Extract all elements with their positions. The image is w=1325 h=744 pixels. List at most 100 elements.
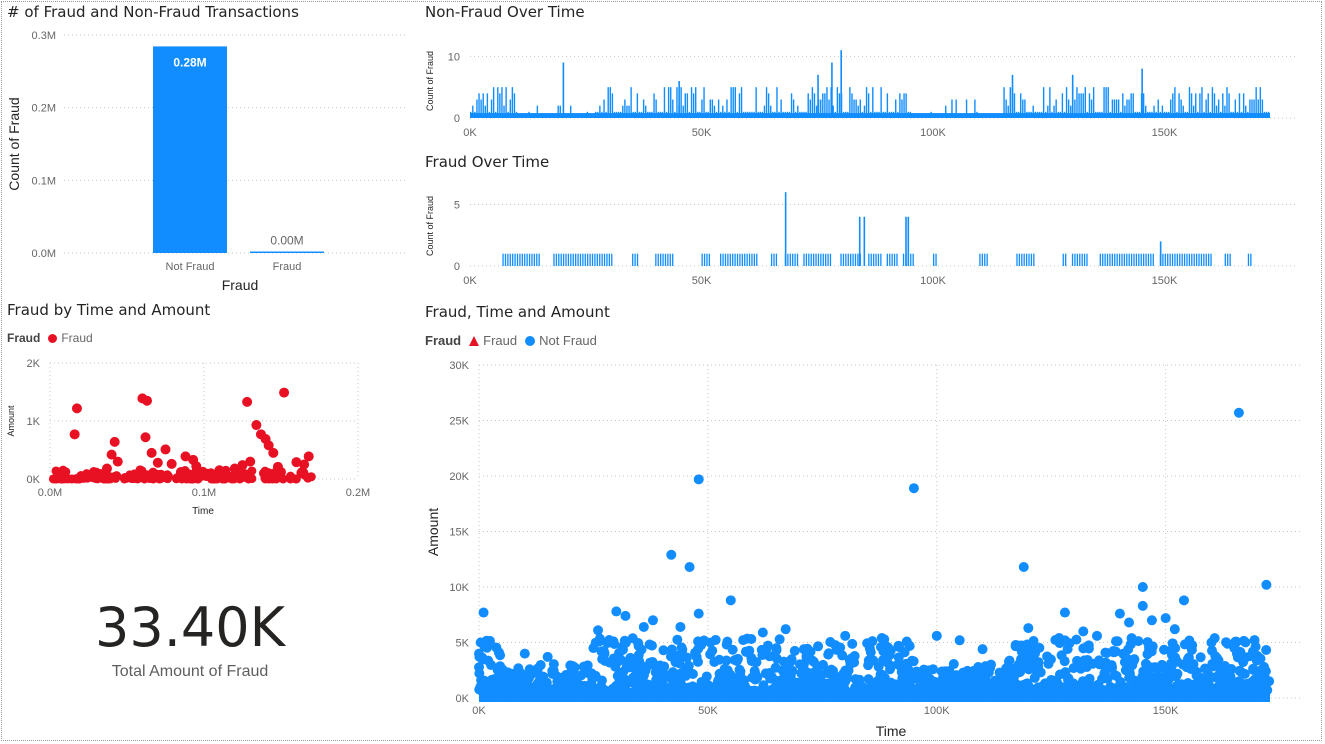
y-tick-label: 0.2M: [32, 103, 56, 115]
time-bar: [582, 253, 584, 266]
time-bar: [708, 253, 711, 266]
transaction-point: [1176, 685, 1187, 696]
time-bar: [740, 87, 743, 118]
transaction-point: [1206, 637, 1217, 648]
fraud-point: [251, 420, 262, 431]
time-bar: [817, 253, 820, 266]
time-bar: [514, 253, 516, 266]
transaction-point: [611, 606, 622, 617]
fraud-point: [222, 470, 233, 481]
transaction-point: [667, 673, 678, 684]
fraud-point: [142, 395, 153, 406]
time-bar: [722, 105, 724, 118]
time-bar: [636, 253, 639, 266]
bar-chart-title: # of Fraud and Non-Fraud Transactions: [7, 3, 299, 21]
time-bar: [570, 105, 572, 118]
time-bar: [805, 253, 808, 266]
time-bar: [720, 111, 722, 118]
y-tick-label: 0K: [27, 474, 41, 486]
transaction-point: [1166, 667, 1177, 678]
time-bar: [1120, 111, 1122, 118]
kpi-label: Total Amount of Fraud: [111, 663, 269, 680]
time-bar: [657, 253, 659, 266]
time-bar: [951, 99, 953, 118]
time-bar: [786, 111, 789, 118]
time-bar: [599, 253, 601, 266]
transaction-point: [625, 658, 636, 669]
time-bar: [617, 111, 620, 118]
time-bar: [1247, 253, 1250, 266]
time-bar: [589, 253, 591, 266]
time-bar: [1159, 111, 1162, 118]
time-bar: [1138, 253, 1140, 266]
time-bar: [1065, 87, 1068, 118]
nonfraud-chart-title: Non-Fraud Over Time: [425, 3, 585, 21]
transaction-point: [721, 655, 732, 666]
time-bar: [688, 111, 691, 118]
transaction-point: [727, 644, 738, 655]
time-bar: [1018, 253, 1021, 266]
time-bar: [1191, 253, 1193, 266]
time-bar: [895, 99, 897, 118]
time-bar: [1155, 111, 1157, 118]
time-bar: [662, 253, 664, 266]
time-bar: [759, 111, 761, 118]
time-bar: [667, 253, 669, 266]
time-bar: [861, 111, 864, 118]
legend-fraud-circle-icon: [48, 333, 58, 343]
time-bar: [1178, 93, 1180, 118]
time-bar: [499, 93, 501, 118]
time-bar: [528, 253, 531, 266]
time-bar: [739, 253, 741, 266]
transaction-point: [474, 648, 484, 659]
x-tick-label: 100K: [920, 127, 946, 139]
time-bar: [1123, 253, 1126, 266]
transaction-point: [1124, 666, 1135, 677]
transaction-point: [746, 656, 757, 667]
time-bar: [1025, 253, 1028, 266]
x-axis-title: Fraud: [222, 277, 259, 293]
time-bar: [697, 111, 699, 118]
time-bar: [690, 87, 693, 118]
time-bar: [984, 253, 986, 266]
transaction-point: [811, 672, 822, 683]
time-bar: [715, 111, 718, 118]
time-bar: [701, 99, 703, 118]
time-bar: [492, 87, 495, 118]
y-tick-label: 0: [454, 261, 460, 273]
time-bar: [912, 253, 914, 266]
x-tick-label: 100K: [920, 275, 946, 287]
time-bar: [822, 253, 824, 266]
y-axis-title: Amount: [425, 508, 441, 556]
time-bar: [799, 111, 801, 118]
y-tick-label: 1K: [27, 416, 41, 428]
time-bar: [567, 253, 570, 266]
time-bar: [620, 111, 622, 118]
time-bar: [1164, 253, 1166, 266]
time-bar: [756, 253, 758, 266]
time-bar: [1051, 111, 1053, 118]
time-bar: [505, 87, 507, 118]
spike-bar: [1159, 241, 1162, 266]
time-bar: [751, 253, 753, 266]
transaction-point: [764, 651, 775, 662]
time-bar: [663, 87, 666, 118]
transaction-point: [666, 644, 677, 655]
time-bar: [1249, 99, 1251, 118]
time-bar: [728, 111, 730, 118]
transaction-point: [696, 686, 707, 697]
time-bar: [605, 111, 607, 118]
time-bar: [734, 87, 736, 118]
time-bar: [1078, 93, 1080, 118]
time-bar: [717, 99, 720, 118]
time-bar: [632, 253, 634, 266]
spike-bar: [784, 192, 787, 266]
transaction-point: [475, 637, 486, 648]
fraud-point: [152, 457, 163, 468]
transaction-point: [1137, 582, 1148, 592]
data-label: 0.00M: [270, 234, 303, 248]
y-tick-label: 5: [454, 199, 460, 211]
time-bar: [1259, 87, 1262, 118]
time-bar: [655, 253, 657, 266]
time-bar: [1076, 87, 1078, 118]
